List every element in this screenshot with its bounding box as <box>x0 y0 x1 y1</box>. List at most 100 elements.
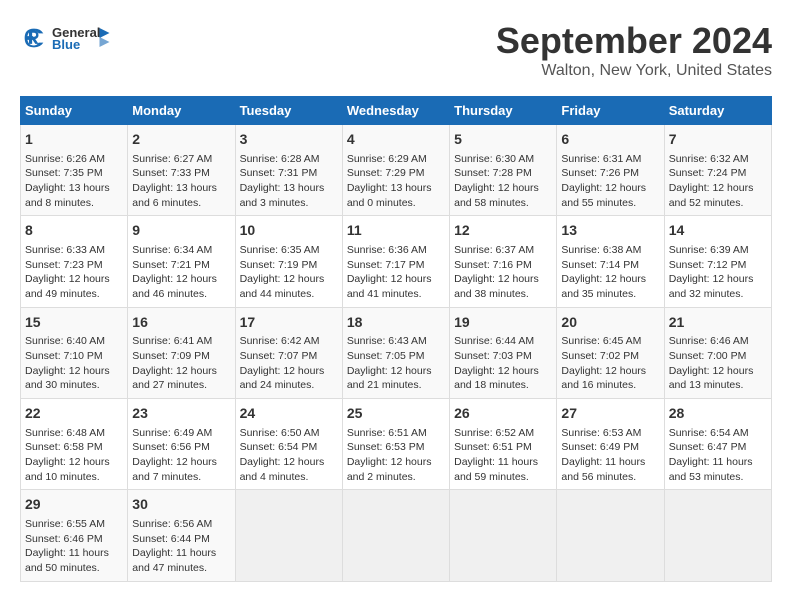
month-title: September 2024 <box>496 20 772 62</box>
sunset-label: Sunset: 6:56 PM <box>132 441 210 453</box>
calendar-cell: 15Sunrise: 6:40 AMSunset: 7:10 PMDayligh… <box>21 307 128 398</box>
sunset-label: Sunset: 6:54 PM <box>240 441 318 453</box>
col-wednesday: Wednesday <box>342 97 449 125</box>
sunrise-label: Sunrise: 6:50 AM <box>240 427 320 439</box>
sunset-label: Sunset: 6:44 PM <box>132 533 210 545</box>
calendar-cell: 18Sunrise: 6:43 AMSunset: 7:05 PMDayligh… <box>342 307 449 398</box>
daylight-label: Daylight: 12 hours and 16 minutes. <box>561 365 646 392</box>
calendar-body: 1Sunrise: 6:26 AMSunset: 7:35 PMDaylight… <box>21 125 772 582</box>
sunrise-label: Sunrise: 6:53 AM <box>561 427 641 439</box>
sunrise-label: Sunrise: 6:41 AM <box>132 335 212 347</box>
sunrise-label: Sunrise: 6:43 AM <box>347 335 427 347</box>
day-number: 10 <box>240 221 338 241</box>
sunset-label: Sunset: 7:19 PM <box>240 259 318 271</box>
calendar-cell: 23Sunrise: 6:49 AMSunset: 6:56 PMDayligh… <box>128 399 235 490</box>
logo-text: General Blue <box>52 20 112 56</box>
sunrise-label: Sunrise: 6:34 AM <box>132 244 212 256</box>
day-number: 17 <box>240 313 338 333</box>
day-number: 20 <box>561 313 659 333</box>
day-number: 29 <box>25 495 123 515</box>
calendar-cell <box>557 490 664 581</box>
calendar-week-1: 1Sunrise: 6:26 AMSunset: 7:35 PMDaylight… <box>21 125 772 216</box>
sunrise-label: Sunrise: 6:45 AM <box>561 335 641 347</box>
sunset-label: Sunset: 7:14 PM <box>561 259 639 271</box>
calendar-table: Sunday Monday Tuesday Wednesday Thursday… <box>20 96 772 582</box>
daylight-label: Daylight: 12 hours and 35 minutes. <box>561 273 646 300</box>
sunrise-label: Sunrise: 6:35 AM <box>240 244 320 256</box>
header-row: Sunday Monday Tuesday Wednesday Thursday… <box>21 97 772 125</box>
daylight-label: Daylight: 13 hours and 0 minutes. <box>347 182 432 209</box>
daylight-label: Daylight: 12 hours and 49 minutes. <box>25 273 110 300</box>
daylight-label: Daylight: 11 hours and 50 minutes. <box>25 547 109 574</box>
calendar-week-5: 29Sunrise: 6:55 AMSunset: 6:46 PMDayligh… <box>21 490 772 581</box>
calendar-cell: 14Sunrise: 6:39 AMSunset: 7:12 PMDayligh… <box>664 216 771 307</box>
sunset-label: Sunset: 7:07 PM <box>240 350 318 362</box>
sunrise-label: Sunrise: 6:52 AM <box>454 427 534 439</box>
daylight-label: Daylight: 12 hours and 18 minutes. <box>454 365 539 392</box>
sunrise-label: Sunrise: 6:32 AM <box>669 153 749 165</box>
calendar-cell: 9Sunrise: 6:34 AMSunset: 7:21 PMDaylight… <box>128 216 235 307</box>
day-number: 15 <box>25 313 123 333</box>
daylight-label: Daylight: 12 hours and 21 minutes. <box>347 365 432 392</box>
day-number: 26 <box>454 404 552 424</box>
col-sunday: Sunday <box>21 97 128 125</box>
sunset-label: Sunset: 7:09 PM <box>132 350 210 362</box>
day-number: 9 <box>132 221 230 241</box>
calendar-cell <box>664 490 771 581</box>
sunrise-label: Sunrise: 6:49 AM <box>132 427 212 439</box>
logo-icon <box>20 24 48 52</box>
sunrise-label: Sunrise: 6:30 AM <box>454 153 534 165</box>
sunset-label: Sunset: 7:00 PM <box>669 350 747 362</box>
daylight-label: Daylight: 13 hours and 3 minutes. <box>240 182 325 209</box>
calendar-cell: 22Sunrise: 6:48 AMSunset: 6:58 PMDayligh… <box>21 399 128 490</box>
calendar-cell: 8Sunrise: 6:33 AMSunset: 7:23 PMDaylight… <box>21 216 128 307</box>
calendar-cell: 10 Sunrise: 6:35 AM Sunset: 7:19 PM Dayligh… <box>235 216 342 307</box>
day-number: 7 <box>669 130 767 150</box>
day-number: 8 <box>25 221 123 241</box>
col-saturday: Saturday <box>664 97 771 125</box>
sunset-label: Sunset: 7:26 PM <box>561 167 639 179</box>
sunrise-label: Sunrise: 6:56 AM <box>132 518 212 530</box>
calendar-cell: 24Sunrise: 6:50 AMSunset: 6:54 PMDayligh… <box>235 399 342 490</box>
sunset-label: Sunset: 7:33 PM <box>132 167 210 179</box>
daylight-label: Daylight: 12 hours and 44 minutes. <box>240 273 325 300</box>
calendar-cell: 17Sunrise: 6:42 AMSunset: 7:07 PMDayligh… <box>235 307 342 398</box>
day-number: 6 <box>561 130 659 150</box>
col-friday: Friday <box>557 97 664 125</box>
daylight-label: Daylight: 12 hours and 58 minutes. <box>454 182 539 209</box>
calendar-cell: 30Sunrise: 6:56 AMSunset: 6:44 PMDayligh… <box>128 490 235 581</box>
daylight-label: Daylight: 12 hours and 32 minutes. <box>669 273 754 300</box>
calendar-cell: 25Sunrise: 6:51 AMSunset: 6:53 PMDayligh… <box>342 399 449 490</box>
daylight-label: Daylight: 13 hours and 8 minutes. <box>25 182 110 209</box>
daylight-label: Daylight: 11 hours and 47 minutes. <box>132 547 216 574</box>
col-monday: Monday <box>128 97 235 125</box>
sunset-label: Sunset: 7:28 PM <box>454 167 532 179</box>
col-tuesday: Tuesday <box>235 97 342 125</box>
svg-text:Blue: Blue <box>52 37 80 52</box>
daylight-label: Daylight: 12 hours and 30 minutes. <box>25 365 110 392</box>
sunset-label: Sunset: 7:17 PM <box>347 259 425 271</box>
calendar-cell: 16Sunrise: 6:41 AMSunset: 7:09 PMDayligh… <box>128 307 235 398</box>
day-number: 19 <box>454 313 552 333</box>
sunrise-label: Sunrise: 6:29 AM <box>347 153 427 165</box>
day-number: 14 <box>669 221 767 241</box>
day-number: 13 <box>561 221 659 241</box>
daylight-label: Daylight: 11 hours and 56 minutes. <box>561 456 645 483</box>
calendar-cell: 26Sunrise: 6:52 AMSunset: 6:51 PMDayligh… <box>450 399 557 490</box>
day-number: 5 <box>454 130 552 150</box>
daylight-label: Daylight: 12 hours and 41 minutes. <box>347 273 432 300</box>
sunset-label: Sunset: 7:31 PM <box>240 167 318 179</box>
calendar-cell: 1Sunrise: 6:26 AMSunset: 7:35 PMDaylight… <box>21 125 128 216</box>
calendar-cell: 6Sunrise: 6:31 AMSunset: 7:26 PMDaylight… <box>557 125 664 216</box>
day-number: 16 <box>132 313 230 333</box>
sunrise-label: Sunrise: 6:26 AM <box>25 153 105 165</box>
daylight-label: Daylight: 12 hours and 24 minutes. <box>240 365 325 392</box>
sunset-label: Sunset: 7:35 PM <box>25 167 103 179</box>
calendar-cell: 3Sunrise: 6:28 AMSunset: 7:31 PMDaylight… <box>235 125 342 216</box>
daylight-label: Daylight: 11 hours and 59 minutes. <box>454 456 538 483</box>
day-number: 28 <box>669 404 767 424</box>
daylight-label: Daylight: 12 hours and 55 minutes. <box>561 182 646 209</box>
day-number: 12 <box>454 221 552 241</box>
daylight-label: Daylight: 12 hours and 7 minutes. <box>132 456 217 483</box>
sunrise-label: Sunrise: 6:28 AM <box>240 153 320 165</box>
